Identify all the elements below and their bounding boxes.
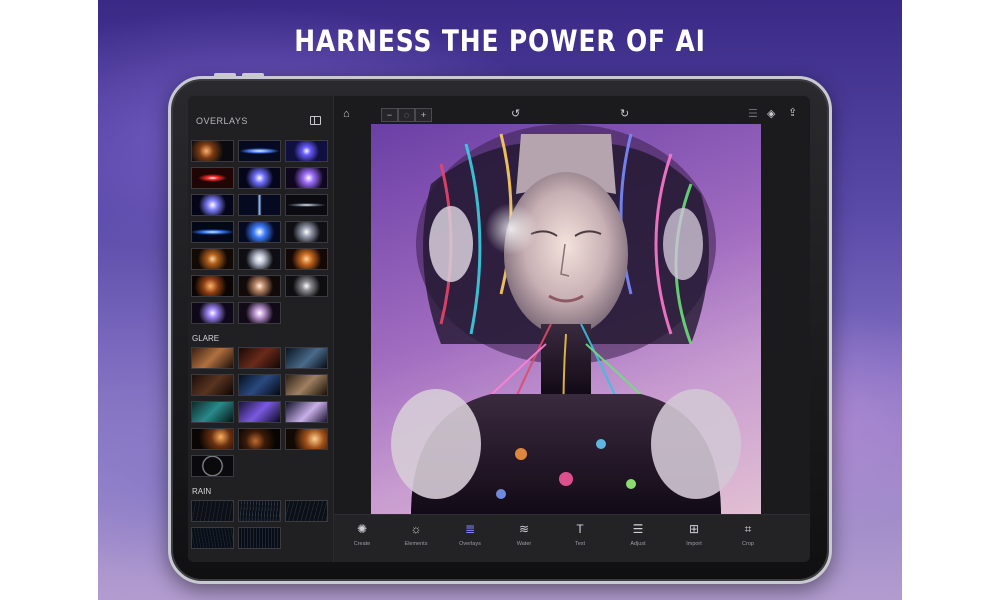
tool-overlays[interactable]: ≣ Overlays (448, 521, 492, 547)
sparkle-icon: ✺ (356, 522, 368, 536)
section-label-glare: GLARE (192, 334, 220, 343)
overlay-thumb[interactable] (285, 167, 328, 189)
zoom-in-icon[interactable]: + (415, 108, 432, 122)
overlay-thumb[interactable] (191, 275, 234, 297)
volume-button (214, 73, 236, 77)
ai-portrait-image (391, 124, 741, 514)
tool-label: Overlays (459, 541, 481, 547)
zoom-fit-icon[interactable]: ◌ (398, 108, 415, 122)
share-icon[interactable]: ⇪ (788, 107, 797, 119)
glare-thumb[interactable] (285, 347, 328, 369)
home-icon[interactable]: ⌂ (343, 108, 350, 120)
water-icon: ≋ (518, 522, 530, 536)
overlay-thumb[interactable] (191, 302, 234, 324)
tool-label: Adjust (630, 541, 646, 547)
sun-icon: ☼ (410, 522, 422, 536)
overlays-icon: ≣ (464, 522, 476, 536)
glare-thumb[interactable] (238, 428, 281, 450)
glare-thumb[interactable] (191, 401, 234, 423)
overlay-thumb[interactable] (238, 221, 281, 243)
rain-thumb[interactable] (238, 527, 281, 549)
glare-thumb[interactable] (285, 374, 328, 396)
glare-thumb[interactable] (238, 347, 281, 369)
tool-label: Text (574, 541, 586, 547)
overlay-thumb[interactable] (285, 221, 328, 243)
tool-label: Water (516, 541, 532, 547)
tool-label: Import (686, 541, 702, 547)
tool-text[interactable]: T Text (558, 521, 602, 547)
glare-thumb[interactable] (191, 455, 234, 477)
overlay-thumb[interactable] (285, 194, 328, 216)
overlay-thumb[interactable] (238, 248, 281, 270)
tool-create[interactable]: ✺ Create (340, 521, 384, 547)
rain-thumb[interactable] (191, 527, 234, 549)
rain-thumb[interactable] (285, 500, 328, 522)
rain-thumb[interactable] (238, 500, 281, 522)
glare-thumb[interactable] (238, 401, 281, 423)
glare-thumb[interactable] (191, 374, 234, 396)
glare-thumb[interactable] (191, 428, 234, 450)
tool-import[interactable]: ⊞ Import (672, 521, 716, 547)
list-icon[interactable]: ☰ (748, 108, 758, 120)
bottom-toolbar: ✺ Create ☼ Elements ≣ Overlays ≋ Water T Text ☰ Adj… (334, 514, 810, 562)
overlay-thumb[interactable] (238, 140, 281, 162)
overlay-thumb[interactable] (191, 248, 234, 270)
undo-icon[interactable]: ↺ (511, 108, 520, 120)
overlay-thumb[interactable] (191, 221, 234, 243)
artwork-canvas[interactable] (371, 124, 761, 514)
tool-water[interactable]: ≋ Water (502, 521, 546, 547)
panel-title: OVERLAYS (196, 116, 248, 126)
import-icon: ⊞ (688, 522, 700, 536)
zoom-out-icon[interactable]: − (381, 108, 398, 122)
glare-thumb[interactable] (285, 401, 328, 423)
zoom-controls: − ◌ + (381, 108, 432, 122)
section-label-rain: RAIN (192, 487, 212, 496)
app-screen: OVERLAYS GLARE RAIN ⌂ − ◌ + ↺ ↻ ☰ ◈ ⇪ ✺ … (188, 96, 810, 562)
glare-thumb[interactable] (191, 347, 234, 369)
tool-elements[interactable]: ☼ Elements (394, 521, 438, 547)
tool-label: Create (353, 541, 371, 547)
overlay-thumb[interactable] (285, 248, 328, 270)
sidebar-toggle-icon[interactable] (310, 116, 321, 125)
volume-button (242, 73, 264, 77)
sliders-icon: ☰ (632, 522, 644, 536)
overlay-thumb[interactable] (191, 140, 234, 162)
overlay-thumb[interactable] (238, 167, 281, 189)
tool-label: Elements (404, 541, 428, 547)
text-icon: T (576, 522, 584, 536)
overlay-thumb[interactable] (285, 275, 328, 297)
overlay-thumb[interactable] (191, 167, 234, 189)
rain-thumb[interactable] (191, 500, 234, 522)
overlay-thumb[interactable] (238, 302, 281, 324)
overlay-thumb[interactable] (238, 275, 281, 297)
layers-icon[interactable]: ◈ (767, 108, 775, 120)
crop-icon: ⌗ (744, 522, 752, 536)
tool-adjust[interactable]: ☰ Adjust (616, 521, 660, 547)
glare-thumb[interactable] (285, 428, 328, 450)
overlay-thumb[interactable] (238, 194, 281, 216)
tool-crop[interactable]: ⌗ Crop (726, 521, 770, 547)
overlays-panel: OVERLAYS GLARE RAIN (188, 96, 334, 562)
tool-label: Crop (742, 541, 754, 547)
glare-thumb[interactable] (238, 374, 281, 396)
overlay-thumb[interactable] (191, 194, 234, 216)
redo-icon[interactable]: ↻ (620, 108, 629, 120)
promo-headline: HARNESS THE POWER OF AI (294, 24, 706, 58)
overlay-thumb[interactable] (285, 140, 328, 162)
